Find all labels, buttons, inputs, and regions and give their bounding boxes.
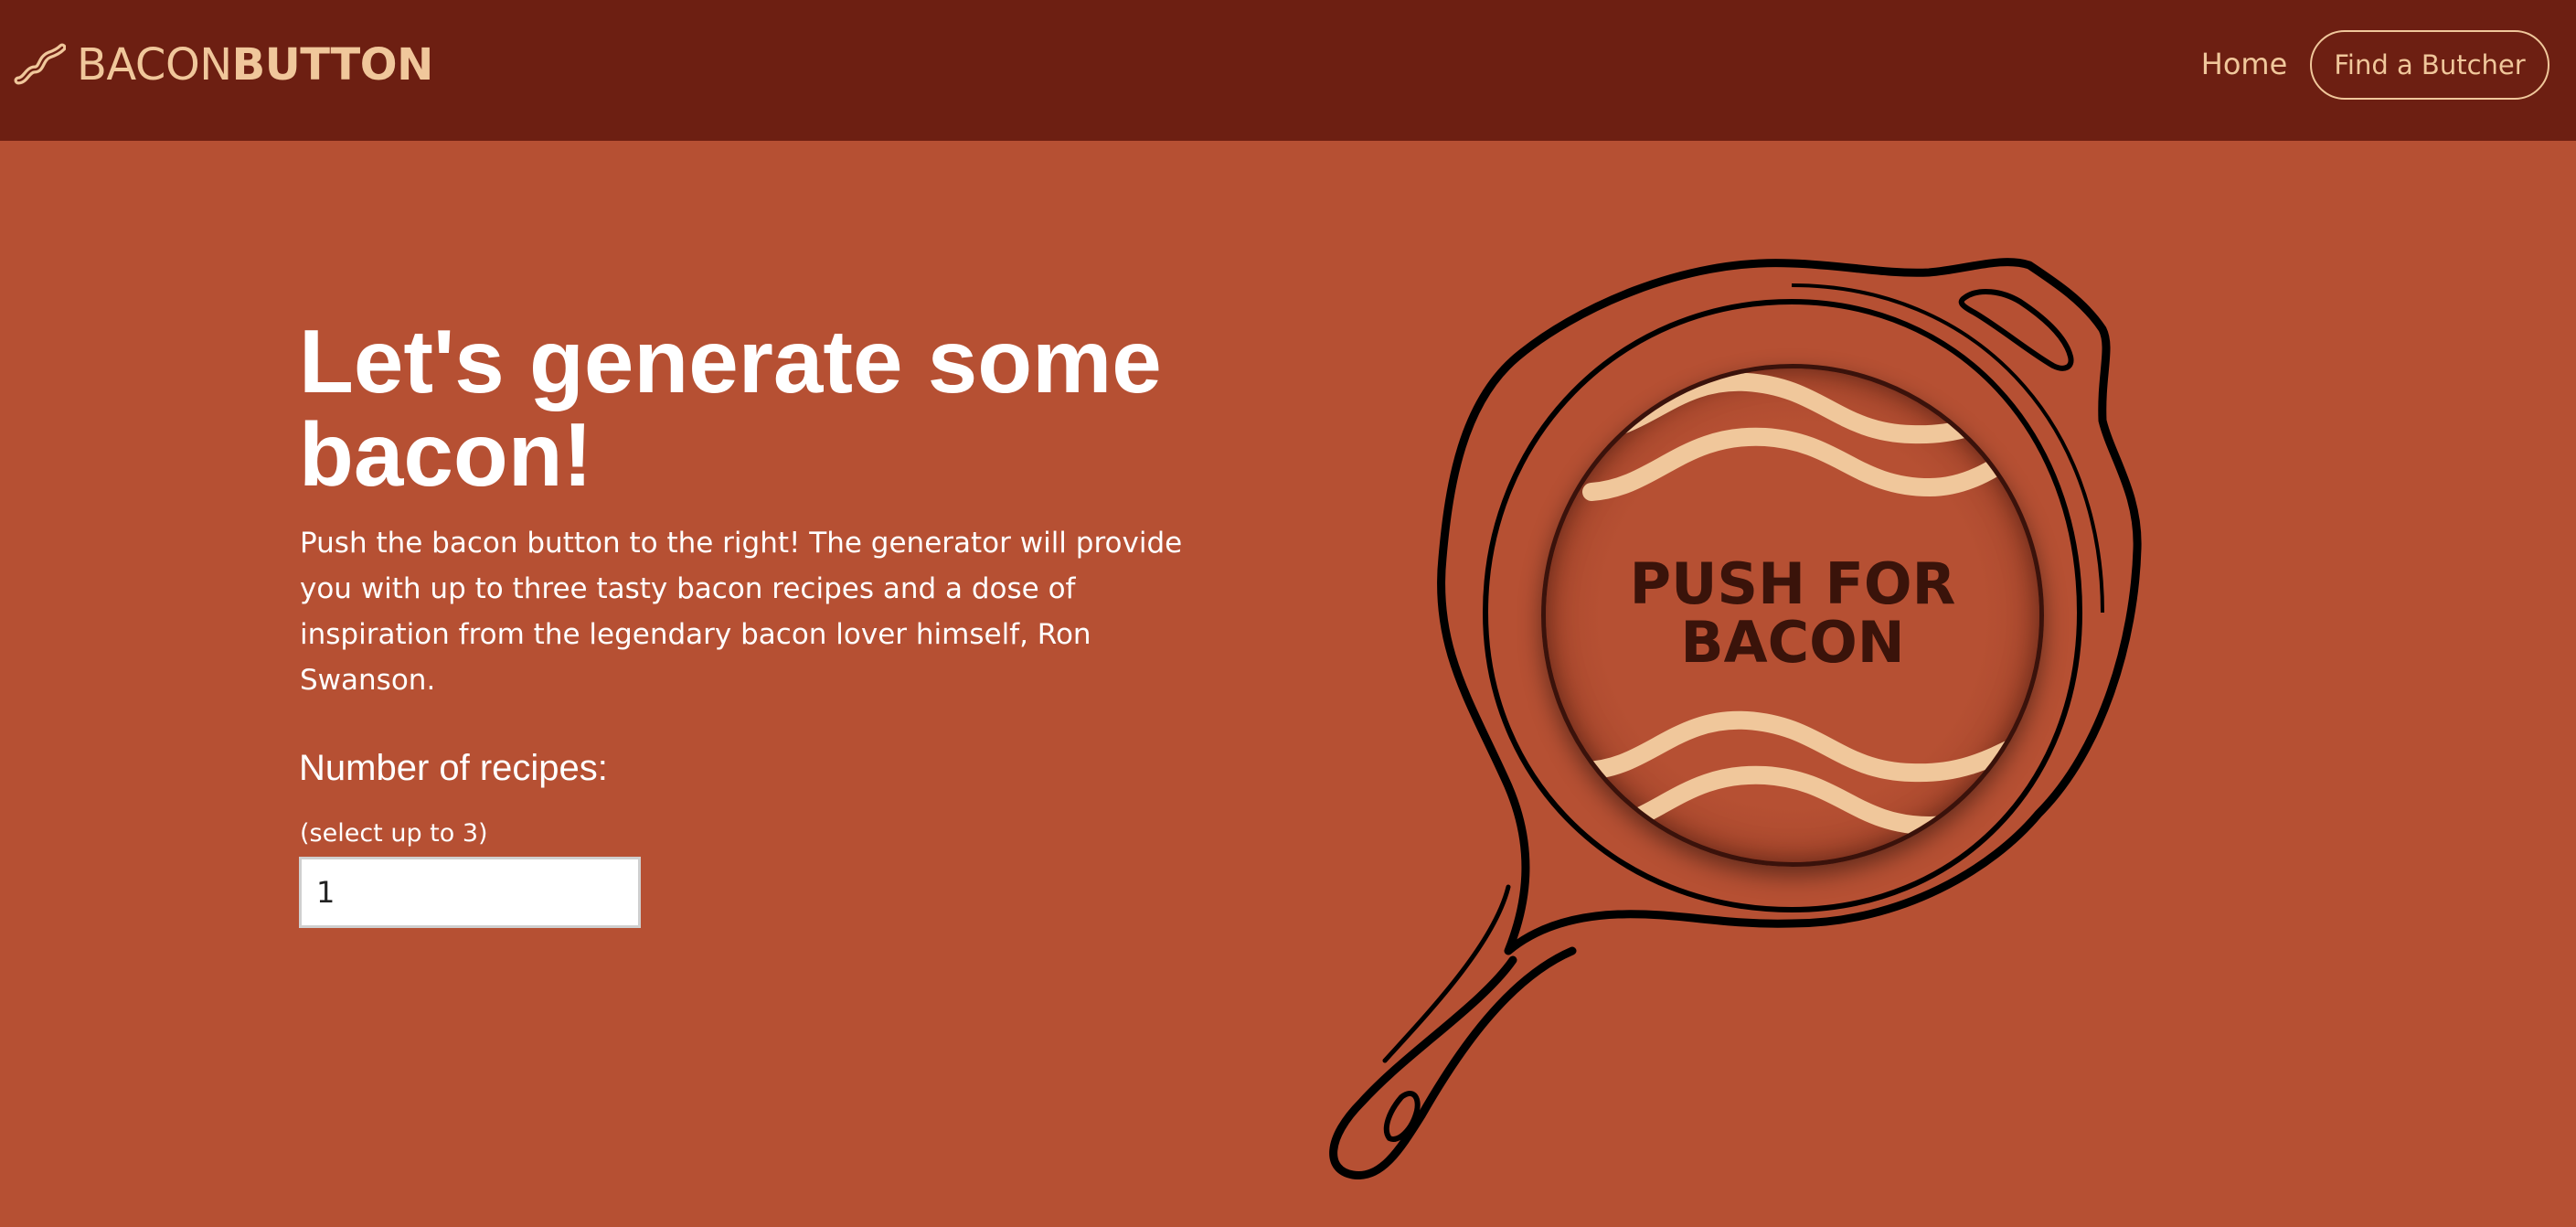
brand-name-bold: BUTTON <box>231 39 434 91</box>
navbar: BACONBUTTON Home Find a Butcher <box>0 0 2576 141</box>
recipes-count-hint: (select up to 3) <box>300 819 488 848</box>
find-butcher-button[interactable]: Find a Butcher <box>2310 30 2549 100</box>
brand-name-light: BACON <box>77 39 232 91</box>
push-for-bacon-label: PUSH FOR BACON <box>1629 550 1956 676</box>
push-for-bacon-button[interactable]: PUSH FOR BACON <box>1541 364 2044 867</box>
intro-paragraph: Push the bacon button to the right! The … <box>300 527 1183 697</box>
brand-name: BACONBUTTON <box>77 39 433 91</box>
recipes-count-label: Number of recipes: <box>299 748 608 788</box>
nav-link-home[interactable]: Home <box>2180 37 2308 91</box>
brand-logo-link[interactable]: BACONBUTTON <box>13 33 433 97</box>
bacon-strip-icon <box>14 43 66 85</box>
page-headline: Let's generate some bacon! <box>299 311 1162 505</box>
recipes-count-input[interactable] <box>299 857 641 928</box>
